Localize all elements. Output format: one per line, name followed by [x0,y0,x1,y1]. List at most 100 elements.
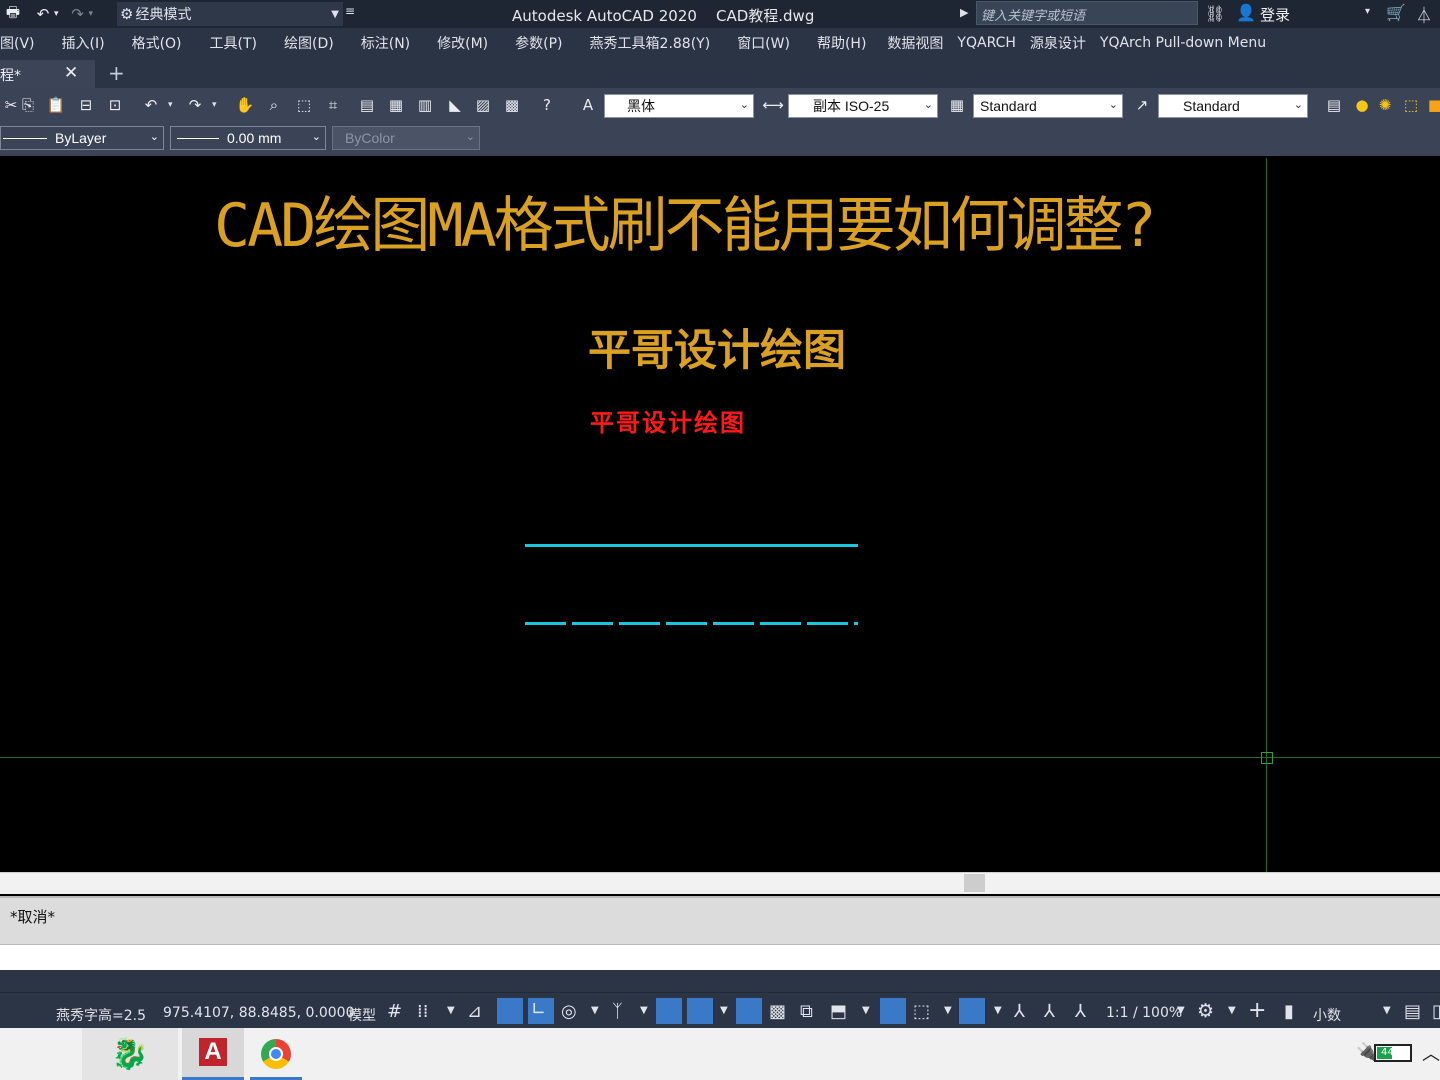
annotation-scale-value[interactable]: 1:1 / 100% [1106,1005,1182,1021]
play-arrow-icon[interactable]: ▶ [960,6,968,19]
annotation-visibility-icon[interactable]: ⅄ [1014,1001,1025,1022]
continuous-line[interactable] [525,544,858,547]
text-style-select[interactable]: 黑体 ⌄ [604,94,754,118]
linetype-select[interactable]: ByLayer ⌄ [0,126,164,150]
menu-modify[interactable]: 修改(M) [437,33,488,53]
plus-icon[interactable]: + [1248,998,1266,1023]
close-tab-icon[interactable]: ✕ [64,63,78,83]
workspace-dropdown-icon[interactable]: ▼ [1228,1005,1236,1016]
menu-yanxiu-toolbox[interactable]: 燕秀工具箱2.88(Y) [590,33,711,53]
copy-icon[interactable]: ⎘ [17,94,39,116]
menu-window[interactable]: 窗口(W) [737,33,790,53]
help-icon[interactable]: ? [536,94,558,116]
annotation-scale-icon[interactable]: ⅄ [1075,1001,1086,1022]
block-editor-icon[interactable]: ⊡ [104,94,126,116]
match-properties-icon[interactable]: ⊟ [75,94,97,116]
zoom-realtime-icon[interactable]: ⌕ [263,94,285,116]
lineweight-display-button[interactable] [736,998,762,1024]
units-dropdown-icon[interactable]: ▼ [1383,1005,1391,1016]
menu-yuanquan-design[interactable]: 源泉设计 [1030,33,1086,53]
search-input[interactable]: 键入关键字或短语 [976,1,1198,25]
calculator-icon[interactable]: ▩ [501,94,523,116]
customize-qat-icon[interactable]: ≡ [345,4,355,18]
table-style-icon[interactable]: ▦ [946,94,968,116]
sheet-set-icon[interactable]: ◣ [444,94,466,116]
workspace-selector[interactable]: ⚙ 经典模式 ▼ [117,2,343,26]
command-input[interactable] [0,944,1440,971]
snap-dropdown-icon[interactable]: ▼ [447,1005,455,1016]
multileader-style-select[interactable]: Standard ⌄ [1158,94,1308,118]
selection-filter-icon[interactable]: ⬚ [913,1001,930,1022]
undo-icon[interactable]: ↶ [32,3,54,25]
snap-icon[interactable]: ⁞⁞ [417,1001,428,1022]
tool-palettes-icon[interactable]: ▥ [414,94,436,116]
binoculars-icon[interactable]: ⛓ [1205,4,1225,23]
battery-icon[interactable]: 44% [1374,1044,1412,1062]
menu-draw[interactable]: 绘图(D) [284,33,334,53]
user-icon[interactable]: 👤 [1236,3,1256,22]
login-dropdown-icon[interactable]: ▾ [1365,6,1370,17]
table-style-select[interactable]: Standard ⌄ [973,94,1123,118]
login-button[interactable]: 登录 [1260,4,1290,25]
customization-icon[interactable]: ▯ [1432,1001,1440,1022]
autocad-taskbar-button[interactable]: A [182,1028,244,1080]
redo-icon[interactable]: ↷ [67,3,89,25]
quick-properties-icon[interactable]: ▤ [1404,1001,1421,1022]
paste-icon[interactable]: 📋 [45,94,67,116]
chrome-taskbar-button[interactable] [250,1028,302,1080]
text-height-indicator[interactable]: 燕秀字高=2.5 [56,1005,146,1025]
undo-dropdown-icon[interactable]: ▾ [54,9,59,19]
tray-expand-icon[interactable]: ︿ [1422,1040,1440,1066]
lightbulb-icon[interactable]: ● [1351,94,1373,116]
redo-dropdown-icon[interactable]: ▾ [212,100,217,110]
selection-filter-dropdown-icon[interactable]: ▼ [944,1005,952,1016]
drawing-canvas[interactable]: CAD绘图MA格式刷不能用要如何调整? 平哥设计绘图 平哥设计绘图 [0,158,1440,872]
3d-osnap-dropdown-icon[interactable]: ▼ [862,1005,870,1016]
dragon-app-icon[interactable]: 🐉 [82,1028,178,1080]
zoom-window-icon[interactable]: ⬚ [293,94,315,116]
menu-tools[interactable]: 工具(T) [210,33,257,53]
object-snap-dropdown-icon[interactable]: ▼ [720,1005,728,1016]
isometric-dropdown-icon[interactable]: ▼ [640,1005,648,1016]
scale-dropdown-icon[interactable]: ▼ [1177,1005,1185,1016]
3d-osnap-icon[interactable]: ⬒ [830,1001,847,1022]
undo-icon[interactable]: ↶ [140,94,162,116]
auto-scale-icon[interactable]: ⅄ [1044,1001,1055,1022]
horizontal-scrollbar[interactable] [0,872,1440,894]
zoom-previous-icon[interactable]: ⌗ [322,94,344,116]
transparency-icon[interactable]: ▩ [769,1001,786,1022]
autodesk-app-icon[interactable]: ⏃ [1416,2,1432,26]
lock-icon[interactable]: ■ [1424,94,1440,116]
menu-yqarch[interactable]: YQARCH [957,35,1015,51]
units-value[interactable]: 小数 [1313,1005,1341,1025]
units-icon[interactable]: ▮ [1284,1001,1294,1022]
menu-help[interactable]: 帮助(H) [817,33,866,53]
redo-dropdown-icon[interactable]: ▾ [89,9,94,19]
new-tab-icon[interactable]: + [108,61,125,85]
polar-tracking-icon[interactable]: ◎ [561,1001,577,1022]
lineweight-select[interactable]: 0.00 mm ⌄ [170,126,326,150]
redo-icon[interactable]: ↷ [184,94,206,116]
menu-view[interactable]: 图(V) [0,33,35,53]
model-space-button[interactable]: 模型 [348,1005,376,1025]
dimension-style-select[interactable]: 副本 ISO-25 ⌄ [788,94,938,118]
dashed-line[interactable] [525,622,858,625]
pan-icon[interactable]: ✋ [234,94,256,116]
dynamic-ucs-button[interactable] [880,998,906,1024]
gizmo-button[interactable] [959,998,985,1024]
grid-icon[interactable]: # [387,1001,402,1022]
menu-data-view[interactable]: 数据视图 [887,33,943,53]
cart-icon[interactable]: 🛒 [1386,3,1406,22]
gizmo-dropdown-icon[interactable]: ▼ [994,1005,1002,1016]
infer-constraints-icon[interactable]: ⊿ [467,1001,482,1022]
object-snap-tracking-button[interactable] [656,998,682,1024]
selection-cycling-icon[interactable]: ⧉ [800,1001,813,1022]
polar-dropdown-icon[interactable]: ▼ [591,1005,599,1016]
menu-format[interactable]: 格式(O) [132,33,182,53]
menu-yqarch-pulldown[interactable]: YQArch Pull-down Menu [1100,35,1266,51]
gear-icon[interactable]: ⚙ [1197,1000,1214,1022]
layer-properties-icon[interactable]: ▤ [1323,94,1345,116]
sun-icon[interactable]: ✺ [1374,94,1396,116]
text-style-icon[interactable]: A [577,94,599,116]
dimension-style-icon[interactable]: ⟷ [762,94,784,116]
